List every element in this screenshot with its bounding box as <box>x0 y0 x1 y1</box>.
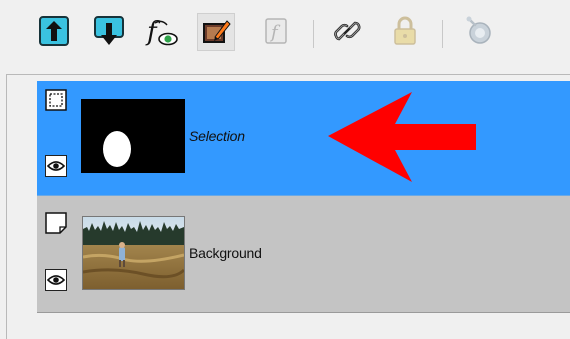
layer-effects-icon: f <box>145 17 178 47</box>
photo-thumbnail <box>82 216 185 290</box>
link-layers-button[interactable] <box>330 14 364 48</box>
layer-function-icon: f <box>265 18 287 44</box>
layer-mask-icon <box>466 16 491 44</box>
layer-name-background[interactable]: Background <box>189 245 262 261</box>
move-layer-up-button[interactable] <box>37 14 71 48</box>
image-layer-icon <box>45 212 67 234</box>
edit-layer-icon <box>203 20 231 43</box>
layer-function-button[interactable]: f <box>259 14 293 48</box>
move-layer-up-icon <box>39 16 69 46</box>
edit-layer-button[interactable] <box>197 13 235 51</box>
layer-row-selection[interactable]: Selection <box>37 81 570 196</box>
layers-panel: Selection Background <box>6 74 570 339</box>
toolbar-separator <box>442 20 443 48</box>
layers-toolbar: f f <box>0 0 570 74</box>
move-layer-down-icon <box>94 16 124 45</box>
layer-effects-button[interactable]: f <box>145 14 179 48</box>
link-layers-icon <box>334 21 361 41</box>
visibility-toggle-eye-icon[interactable] <box>45 269 67 291</box>
visibility-toggle-eye-icon[interactable] <box>45 155 67 177</box>
annotation-arrow-icon <box>328 92 476 182</box>
toolbar-separator <box>313 20 314 48</box>
layer-name-selection[interactable]: Selection <box>189 128 245 144</box>
lock-layer-button[interactable] <box>388 14 422 48</box>
selection-layer-icon <box>45 89 67 111</box>
layer-row-background[interactable]: Background <box>37 196 570 313</box>
move-layer-down-button[interactable] <box>92 14 126 48</box>
lock-layer-icon <box>394 16 416 45</box>
layer-mask-button[interactable] <box>462 14 496 48</box>
selection-mask-thumbnail <box>81 99 185 173</box>
